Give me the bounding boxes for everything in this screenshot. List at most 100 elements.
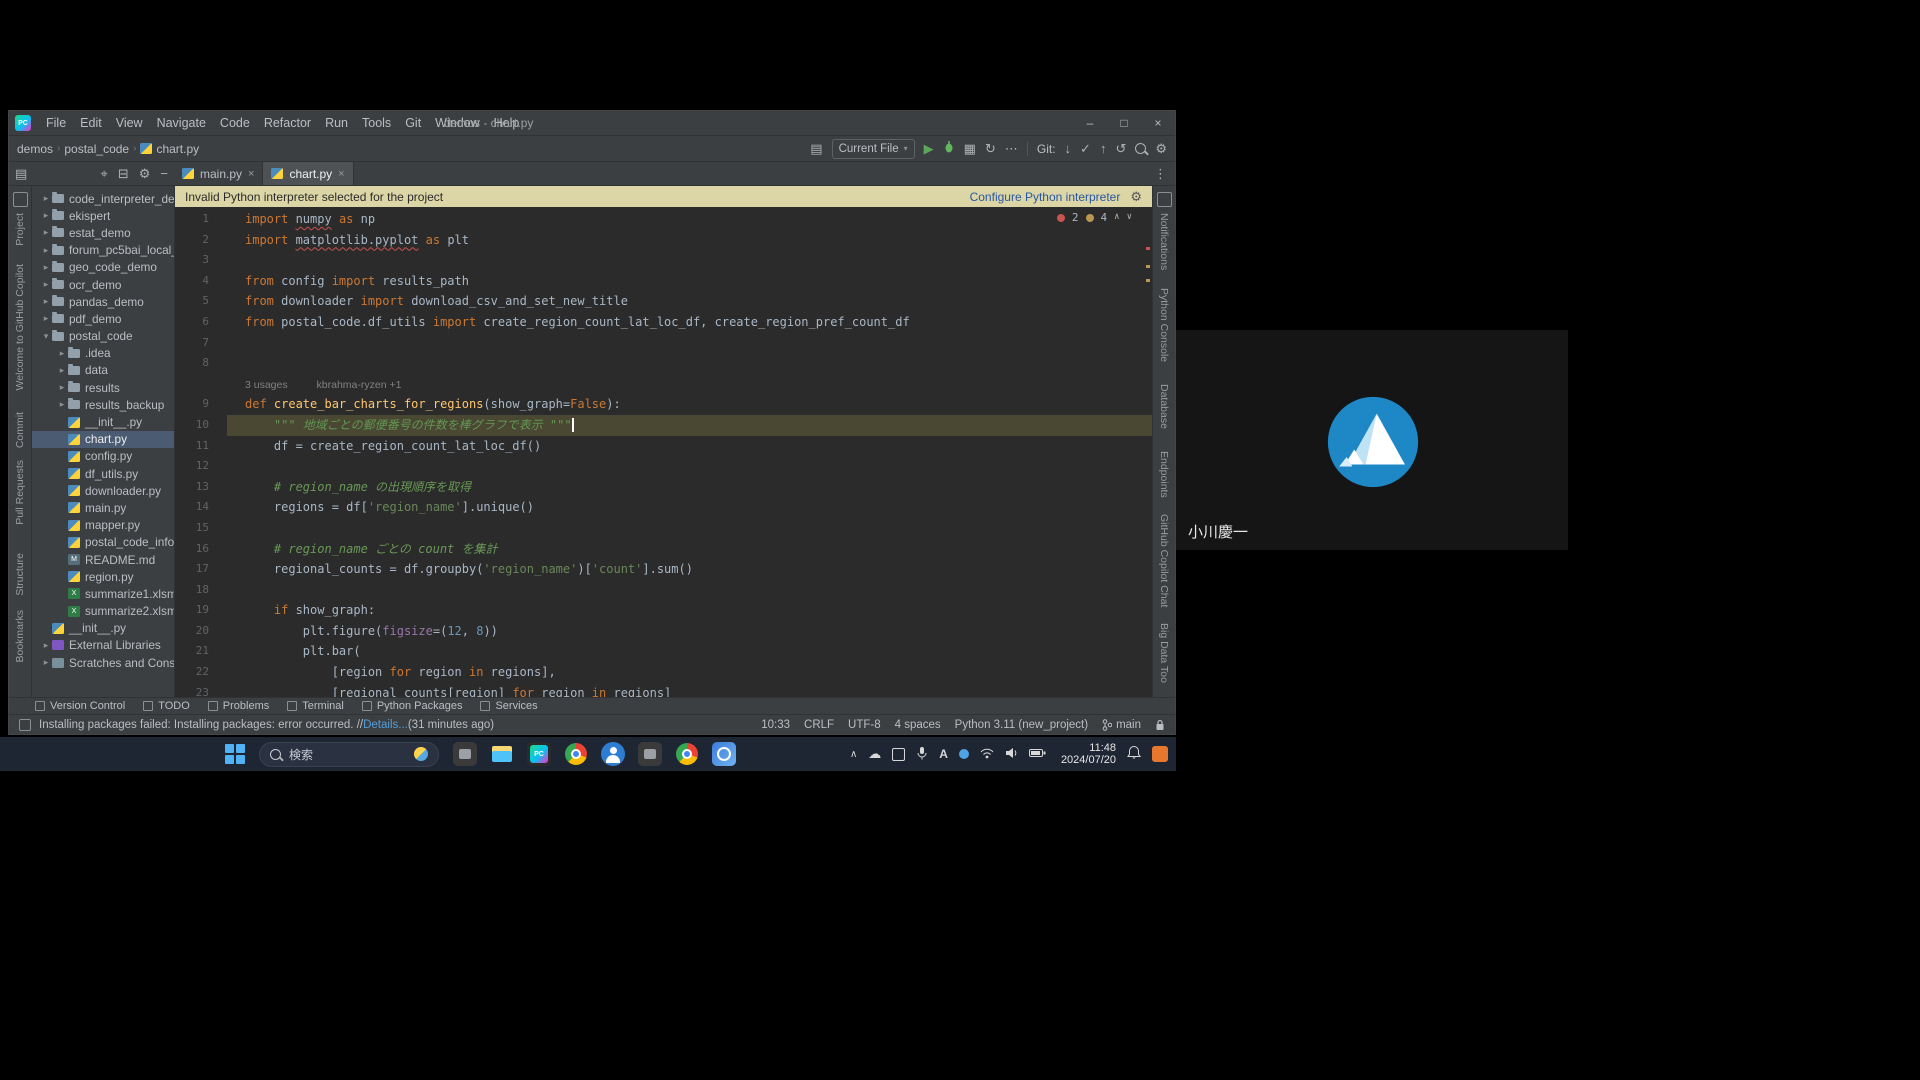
build-icon[interactable]: ▤ [810, 142, 822, 155]
onedrive-cloud-icon[interactable]: ☁ [868, 746, 881, 762]
menu-tools[interactable]: Tools [355, 116, 398, 130]
close-button[interactable]: × [1141, 111, 1175, 135]
tree-item-code_interpreter_der[interactable]: ▸code_interpreter_der [32, 190, 174, 207]
expand-chevron-icon[interactable]: ▸ [40, 210, 52, 221]
tree-item-summarize1.xlsm[interactable]: Xsummarize1.xlsm [32, 585, 174, 602]
tree-item-pdf_demo[interactable]: ▸pdf_demo [32, 310, 174, 327]
warning-stripe-mark[interactable] [1146, 279, 1150, 282]
tree-item-results[interactable]: ▸results [32, 379, 174, 396]
toolwindow-terminal[interactable]: Terminal [287, 700, 344, 712]
indent-setting[interactable]: 4 spaces [895, 719, 941, 731]
details-link[interactable]: Details... [363, 719, 408, 731]
search-everywhere-icon[interactable] [1135, 143, 1146, 154]
breadcrumb-item[interactable]: postal_code [64, 142, 129, 156]
toolwindow-todo[interactable]: TODO [143, 700, 190, 712]
tool-stripe-endpoints[interactable]: Endpoints [1158, 451, 1170, 498]
dark-app-icon[interactable] [453, 742, 477, 766]
battery-icon[interactable] [1029, 747, 1046, 761]
tree-item-postal_code_info[interactable]: postal_code_info [32, 534, 174, 551]
prev-problem-icon[interactable]: ∧ [1114, 213, 1119, 222]
next-problem-icon[interactable]: ∨ [1127, 213, 1132, 222]
error-stripe-mark[interactable] [1146, 247, 1150, 250]
taskbar-clock[interactable]: 11:48 2024/07/20 [1061, 742, 1116, 766]
tool-stripe-python-console[interactable]: Python Console [1158, 288, 1170, 362]
debug-button[interactable] [943, 141, 955, 156]
breadcrumb-item[interactable]: chart.py [156, 142, 199, 156]
more-actions-icon[interactable]: ⋯ [1005, 142, 1018, 155]
tree-item-downloader.py[interactable]: downloader.py [32, 482, 174, 499]
expand-chevron-icon[interactable]: ▸ [56, 399, 68, 410]
expand-chevron-icon[interactable]: ▸ [40, 262, 52, 273]
tree-item-External Libraries[interactable]: ▸External Libraries [32, 637, 174, 654]
hidden-icons-chevron[interactable]: ∧ [850, 749, 857, 760]
screen-share-badge-icon[interactable] [1152, 746, 1168, 762]
editor-panel[interactable]: Invalid Python interpreter selected for … [175, 186, 1152, 697]
menu-navigate[interactable]: Navigate [150, 116, 213, 130]
toolwindow-services[interactable]: Services [480, 700, 537, 712]
docker-icon[interactable] [892, 748, 905, 761]
menu-edit[interactable]: Edit [73, 116, 109, 130]
tool-stripe-notifications[interactable]: Notifications [1158, 213, 1170, 270]
dark-app-icon[interactable] [638, 742, 662, 766]
file-explorer-icon[interactable] [490, 742, 514, 766]
chrome-icon[interactable] [564, 742, 588, 766]
pycharm-icon[interactable]: PC [527, 742, 551, 766]
git-push-icon[interactable]: ↑ [1100, 142, 1107, 155]
microphone-icon[interactable] [916, 746, 928, 763]
line-separator[interactable]: CRLF [804, 719, 834, 731]
tool-stripe-github-copilot-chat[interactable]: GitHub Copilot Chat [1158, 514, 1170, 607]
menu-run[interactable]: Run [318, 116, 355, 130]
tree-item-geo_code_demo[interactable]: ▸geo_code_demo [32, 259, 174, 276]
expand-chevron-icon[interactable]: ▸ [40, 640, 52, 651]
menu-view[interactable]: View [109, 116, 150, 130]
toolwindow-version-control[interactable]: Version Control [35, 700, 125, 712]
event-log-icon[interactable] [19, 719, 31, 731]
notification-bell-icon[interactable] [1127, 745, 1141, 763]
chrome-icon[interactable] [675, 742, 699, 766]
git-branch[interactable]: main [1102, 719, 1141, 731]
tool-stripe-pull-requests[interactable]: Pull Requests [14, 460, 26, 525]
tree-item-forum_pc5bai_local_[interactable]: ▸forum_pc5bai_local_ [32, 242, 174, 259]
tree-item-ocr_demo[interactable]: ▸ocr_demo [32, 276, 174, 293]
tool-stripe-database[interactable]: Database [1158, 384, 1170, 429]
maximize-button[interactable]: □ [1107, 111, 1141, 135]
lock-icon[interactable] [1155, 719, 1165, 731]
tab-close-icon[interactable]: × [338, 168, 344, 180]
tree-item-README.md[interactable]: MREADME.md [32, 551, 174, 568]
configure-interpreter-link[interactable]: Configure Python interpreter [970, 190, 1121, 204]
coverage-icon[interactable]: ▦ [964, 142, 976, 155]
people-icon[interactable] [601, 742, 625, 766]
python-interpreter[interactable]: Python 3.11 (new_project) [955, 719, 1088, 731]
participant-tile[interactable]: 小川慶一 [1176, 330, 1568, 550]
expand-chevron-icon[interactable]: ▸ [56, 365, 68, 376]
caret-position[interactable]: 10:33 [761, 719, 790, 731]
collapse-all-icon[interactable]: ⊟ [118, 167, 129, 180]
expand-chevron-icon[interactable]: ▸ [40, 279, 52, 290]
tree-item-results_backup[interactable]: ▸results_backup [32, 396, 174, 413]
tree-item-summarize2.xlsm[interactable]: Xsummarize2.xlsm [32, 603, 174, 620]
code-editor[interactable]: 2 4 ∧ ∨ 1import numpy as np2import matpl… [175, 207, 1152, 697]
tree-item-ekispert[interactable]: ▸ekispert [32, 207, 174, 224]
tool-stripe-big-data-too[interactable]: Big Data Too [1158, 623, 1170, 683]
tree-item-__init__.py[interactable]: __init__.py [32, 413, 174, 430]
toolwindow-problems[interactable]: Problems [208, 700, 269, 712]
tab-list-icon[interactable]: ⋮ [1154, 167, 1167, 180]
ime-indicator[interactable]: A [939, 747, 948, 761]
wifi-icon[interactable] [980, 747, 994, 762]
tree-item-estat_demo[interactable]: ▸estat_demo [32, 224, 174, 241]
expand-chevron-icon[interactable]: ▸ [56, 382, 68, 393]
project-tool-icon[interactable] [13, 192, 28, 207]
expand-chevron-icon[interactable]: ▸ [40, 296, 52, 307]
taskbar-search-input[interactable]: 検索 [259, 742, 439, 767]
tree-item-main.py[interactable]: main.py [32, 499, 174, 516]
tree-item-pandas_demo[interactable]: ▸pandas_demo [32, 293, 174, 310]
expand-chevron-icon[interactable]: ▸ [40, 313, 52, 324]
locate-file-icon[interactable]: ⌖ [101, 167, 108, 180]
tree-item-postal_code[interactable]: ▾postal_code [32, 328, 174, 345]
tab-chart.py[interactable]: chart.py× [263, 162, 353, 185]
tab-close-icon[interactable]: × [248, 168, 254, 180]
file-encoding[interactable]: UTF-8 [848, 719, 881, 731]
rerun-icon[interactable]: ↻ [985, 142, 996, 155]
expand-chevron-icon[interactable]: ▸ [56, 348, 68, 359]
expand-chevron-icon[interactable]: ▸ [40, 245, 52, 256]
